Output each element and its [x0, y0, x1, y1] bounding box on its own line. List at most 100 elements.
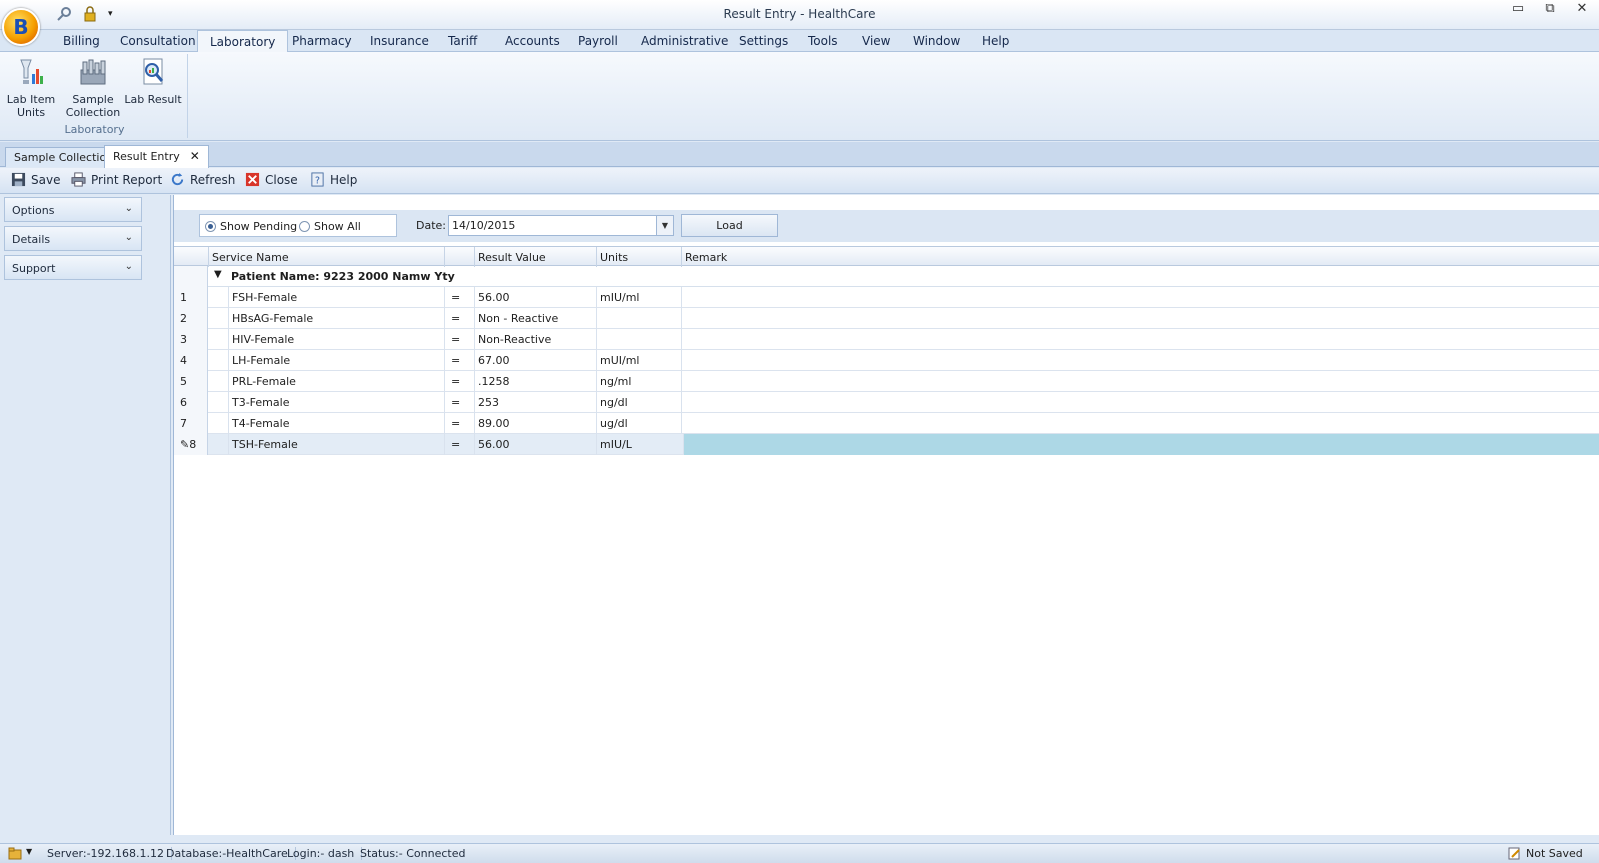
- cell-units[interactable]: ng/ml: [596, 371, 681, 392]
- cell-units[interactable]: mUI/ml: [596, 350, 681, 371]
- folder-menu-icon[interactable]: [8, 847, 22, 860]
- cell-operator[interactable]: =: [444, 434, 474, 455]
- table-row[interactable]: 7 T4-Female = 89.00 ug/dl: [174, 413, 1599, 434]
- close-window-icon[interactable]: ✕: [1571, 0, 1593, 18]
- cell-operator[interactable]: =: [444, 371, 474, 392]
- side-item-support[interactable]: Support ⌄: [4, 255, 142, 280]
- cell-result-value[interactable]: 56.00: [474, 287, 596, 308]
- table-row[interactable]: 3 HIV-Female = Non-Reactive: [174, 329, 1599, 350]
- table-row[interactable]: 2 HBsAG-Female = Non - Reactive: [174, 308, 1599, 329]
- sample-collection-label-2: Collection: [65, 106, 121, 119]
- cell-result-value[interactable]: 89.00: [474, 413, 596, 434]
- table-row-selected[interactable]: ✎8 TSH-Female = 56.00 mIU/L: [174, 434, 1599, 455]
- cell-service-name[interactable]: T3-Female: [228, 392, 444, 413]
- save-button[interactable]: Save: [11, 172, 60, 187]
- status-database: Database:-HealthCare: [166, 847, 296, 860]
- column-header-result-value[interactable]: Result Value: [474, 247, 596, 267]
- table-row[interactable]: 6 T3-Female = 253 ng/dl: [174, 392, 1599, 413]
- cell-remark[interactable]: [681, 413, 1599, 434]
- minimize-icon[interactable]: ▭: [1507, 0, 1529, 18]
- cell-remark[interactable]: [681, 329, 1599, 350]
- refresh-button[interactable]: Refresh: [170, 172, 235, 187]
- show-all-radio[interactable]: Show All: [299, 220, 361, 233]
- cell-result-value[interactable]: Non-Reactive: [474, 329, 596, 350]
- sample-collection-button[interactable]: Sample Collection: [64, 56, 122, 119]
- cell-remark[interactable]: [681, 308, 1599, 329]
- cell-result-value[interactable]: 56.00: [474, 434, 596, 455]
- cell-operator[interactable]: =: [444, 329, 474, 350]
- cell-remark[interactable]: [681, 371, 1599, 392]
- cell-result-value[interactable]: 67.00: [474, 350, 596, 371]
- close-button[interactable]: Close: [245, 172, 298, 187]
- side-item-options[interactable]: Options ⌄: [4, 197, 142, 222]
- date-field[interactable]: [448, 215, 674, 236]
- collapse-group-icon[interactable]: ▼: [214, 269, 222, 280]
- cell-service-name[interactable]: TSH-Female: [228, 434, 444, 455]
- tab-settings[interactable]: Settings: [739, 34, 788, 48]
- tab-billing[interactable]: Billing: [63, 34, 100, 48]
- lab-item-units-button[interactable]: Lab Item Units: [2, 56, 60, 119]
- tab-pharmacy[interactable]: Pharmacy: [292, 34, 352, 48]
- cell-units[interactable]: ng/dl: [596, 392, 681, 413]
- cell-remark[interactable]: [681, 287, 1599, 308]
- tab-laboratory[interactable]: Laboratory: [197, 30, 289, 53]
- tab-accounts[interactable]: Accounts: [505, 34, 560, 48]
- cell-result-value[interactable]: Non - Reactive: [474, 308, 596, 329]
- show-pending-radio[interactable]: Show Pending: [205, 220, 297, 233]
- cell-operator[interactable]: =: [444, 308, 474, 329]
- restore-icon[interactable]: ⧉: [1539, 0, 1561, 18]
- tab-tariff[interactable]: Tariff: [448, 34, 477, 48]
- cell-result-value[interactable]: 253: [474, 392, 596, 413]
- cell-result-value[interactable]: .1258: [474, 371, 596, 392]
- cell-units[interactable]: ug/dl: [596, 413, 681, 434]
- cell-service-name[interactable]: HIV-Female: [228, 329, 444, 350]
- tab-payroll[interactable]: Payroll: [578, 34, 618, 48]
- tab-view[interactable]: View: [862, 34, 890, 48]
- status-connection: Status:- Connected: [360, 847, 466, 860]
- load-button[interactable]: Load: [681, 214, 778, 237]
- cell-units[interactable]: [596, 308, 681, 329]
- tab-tools[interactable]: Tools: [808, 34, 838, 48]
- table-row[interactable]: 5 PRL-Female = .1258 ng/ml: [174, 371, 1599, 392]
- status-dropdown-icon[interactable]: ▼: [26, 847, 32, 856]
- cell-service-name[interactable]: PRL-Female: [228, 371, 444, 392]
- cell-remark[interactable]: [681, 392, 1599, 413]
- cell-service-name[interactable]: T4-Female: [228, 413, 444, 434]
- table-row[interactable]: 1 FSH-Female = 56.00 mIU/ml: [174, 287, 1599, 308]
- cell-operator[interactable]: =: [444, 350, 474, 371]
- patient-group-row[interactable]: ▼ Patient Name: 9223 2000 Namw Yty: [174, 266, 1599, 287]
- lab-result-button[interactable]: Lab Result: [124, 56, 182, 106]
- tab-administrative[interactable]: Administrative: [641, 34, 728, 48]
- lab-item-units-label-1: Lab Item: [6, 93, 56, 106]
- column-header-remark[interactable]: Remark: [681, 247, 1599, 267]
- doc-tab-result-entry[interactable]: Result Entry ✕: [104, 145, 209, 168]
- column-header-units[interactable]: Units: [596, 247, 681, 267]
- tab-help[interactable]: Help: [982, 34, 1009, 48]
- column-header-service-name[interactable]: Service Name: [208, 247, 444, 267]
- cell-service-name[interactable]: FSH-Female: [228, 287, 444, 308]
- cell-operator[interactable]: =: [444, 392, 474, 413]
- cell-service-name[interactable]: HBsAG-Female: [228, 308, 444, 329]
- doc-tab-label: Result Entry: [113, 150, 180, 163]
- date-dropdown-icon[interactable]: ▼: [656, 216, 673, 235]
- close-tab-icon[interactable]: ✕: [190, 149, 200, 163]
- cell-remark-focused[interactable]: [683, 434, 1599, 455]
- cell-operator[interactable]: =: [444, 287, 474, 308]
- cell-service-name[interactable]: LH-Female: [228, 350, 444, 371]
- side-item-details[interactable]: Details ⌄: [4, 226, 142, 251]
- help-button[interactable]: ? Help: [310, 172, 357, 187]
- table-row[interactable]: 4 LH-Female = 67.00 mUI/ml: [174, 350, 1599, 371]
- cell-units[interactable]: [596, 329, 681, 350]
- svg-text:?: ?: [315, 175, 320, 186]
- app-menu-button[interactable]: B: [2, 8, 40, 46]
- tab-consultation[interactable]: Consultation: [120, 34, 196, 48]
- ribbon-group-label: Laboratory: [64, 123, 125, 136]
- tab-insurance[interactable]: Insurance: [370, 34, 429, 48]
- column-header-operator[interactable]: [444, 247, 474, 267]
- print-report-button[interactable]: Print Report: [71, 172, 162, 187]
- cell-units[interactable]: mIU/ml: [596, 287, 681, 308]
- cell-operator[interactable]: =: [444, 413, 474, 434]
- cell-units[interactable]: mIU/L: [596, 434, 681, 455]
- cell-remark[interactable]: [681, 350, 1599, 371]
- tab-window[interactable]: Window: [913, 34, 960, 48]
